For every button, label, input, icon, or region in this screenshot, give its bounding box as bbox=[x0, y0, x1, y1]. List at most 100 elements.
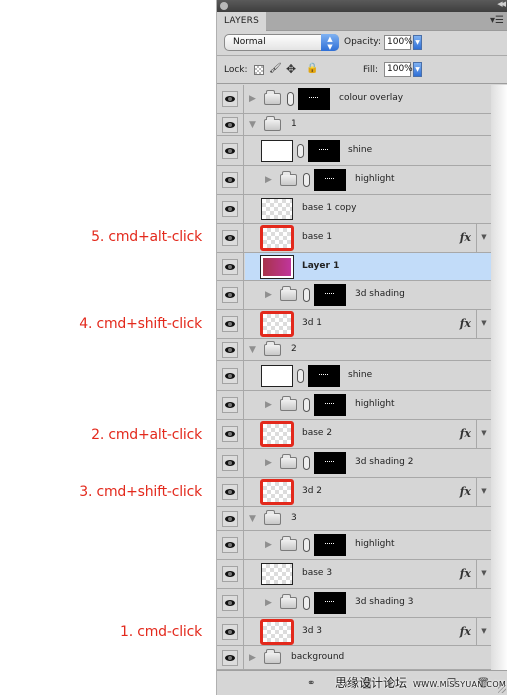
expand-triangle-icon[interactable]: ▶ bbox=[265, 175, 272, 185]
effects-toggle[interactable]: ▼ bbox=[476, 224, 491, 252]
blend-mode-select[interactable]: Normal ▲ ▼ bbox=[224, 34, 339, 51]
eye-icon[interactable] bbox=[222, 426, 238, 442]
fx-icon[interactable]: fx bbox=[460, 567, 471, 580]
layer-row[interactable]: base 1 copy bbox=[217, 195, 491, 224]
resize-grip[interactable] bbox=[498, 685, 506, 693]
effects-toggle[interactable]: ▼ bbox=[476, 420, 491, 448]
eye-icon[interactable] bbox=[222, 201, 238, 217]
layer-row[interactable]: ▶ highlight bbox=[217, 531, 491, 560]
link-icon[interactable] bbox=[303, 288, 310, 302]
layer-row[interactable]: 3d 3 fx ▼ bbox=[217, 618, 491, 646]
link-layers-icon[interactable]: ⚭ bbox=[307, 678, 315, 689]
eye-icon[interactable] bbox=[222, 455, 238, 471]
collapse-triangle-icon[interactable]: ▼ bbox=[249, 514, 256, 524]
layer-row[interactable]: ▶ 3d shading bbox=[217, 281, 491, 310]
expand-triangle-icon[interactable]: ▶ bbox=[265, 290, 272, 300]
eye-icon[interactable] bbox=[222, 172, 238, 188]
eye-icon[interactable] bbox=[222, 91, 238, 107]
expand-triangle-icon[interactable]: ▶ bbox=[249, 94, 256, 104]
expand-triangle-icon[interactable]: ▶ bbox=[265, 598, 272, 608]
layer-thumbnail[interactable] bbox=[261, 563, 293, 585]
layer-row[interactable]: ▶ highlight bbox=[217, 391, 491, 420]
close-icon[interactable] bbox=[220, 2, 228, 10]
layer-row[interactable]: base 1 fx ▼ bbox=[217, 224, 491, 253]
eye-icon[interactable] bbox=[222, 287, 238, 303]
layer-thumbnail-highlighted[interactable] bbox=[260, 421, 294, 447]
link-icon[interactable] bbox=[303, 538, 310, 552]
layer-thumbnail-highlighted[interactable] bbox=[260, 311, 294, 337]
layer-row[interactable]: shine bbox=[217, 136, 491, 166]
effects-toggle[interactable]: ▼ bbox=[476, 560, 491, 588]
layer-thumbnail-highlighted[interactable] bbox=[260, 225, 294, 251]
collapse-triangle-icon[interactable]: ▼ bbox=[249, 345, 256, 355]
link-icon[interactable] bbox=[303, 456, 310, 470]
lock-move-icon[interactable]: ✥ bbox=[286, 62, 296, 76]
layer-row[interactable]: ▶ 3d shading 3 bbox=[217, 589, 491, 618]
mask-thumbnail[interactable] bbox=[314, 592, 346, 614]
mask-thumbnail[interactable] bbox=[314, 394, 346, 416]
effects-toggle[interactable]: ▼ bbox=[476, 478, 491, 506]
layer-row-selected[interactable]: Layer 1 bbox=[217, 253, 491, 281]
fx-icon[interactable]: fx bbox=[460, 485, 471, 498]
layer-row[interactable]: 3d 2 fx ▼ bbox=[217, 478, 491, 507]
layer-thumbnail[interactable] bbox=[260, 254, 294, 279]
layer-row[interactable]: ▶ 3d shading 2 bbox=[217, 449, 491, 478]
fill-dropdown[interactable]: ▼ bbox=[413, 62, 422, 77]
eye-icon[interactable] bbox=[222, 316, 238, 332]
eye-icon[interactable] bbox=[222, 649, 238, 666]
eye-icon[interactable] bbox=[222, 484, 238, 500]
layer-thumbnail[interactable] bbox=[261, 198, 293, 220]
fx-icon[interactable]: fx bbox=[460, 427, 471, 440]
mask-thumbnail[interactable] bbox=[298, 88, 330, 110]
layer-row[interactable]: ▼ 2 bbox=[217, 339, 491, 361]
eye-icon[interactable] bbox=[222, 623, 238, 640]
expand-triangle-icon[interactable]: ▶ bbox=[265, 540, 272, 550]
fx-icon[interactable]: fx bbox=[460, 231, 471, 244]
lock-all-icon[interactable]: 🔒 bbox=[306, 63, 318, 74]
mask-thumbnail[interactable] bbox=[314, 534, 346, 556]
lock-transparency-icon[interactable] bbox=[254, 65, 264, 75]
layer-row[interactable]: ▶ highlight bbox=[217, 166, 491, 195]
eye-icon[interactable] bbox=[222, 142, 238, 159]
opacity-input[interactable]: 100% bbox=[384, 35, 413, 50]
fx-icon[interactable]: fx bbox=[460, 317, 471, 330]
link-icon[interactable] bbox=[287, 92, 294, 106]
layer-row[interactable]: shine bbox=[217, 361, 491, 391]
mask-thumbnail[interactable] bbox=[308, 364, 340, 387]
eye-icon[interactable] bbox=[222, 230, 238, 246]
double-arrow-icon[interactable]: ◀◀ bbox=[497, 0, 506, 8]
eye-icon[interactable] bbox=[222, 258, 238, 275]
layer-row[interactable]: ▶ background bbox=[217, 646, 491, 670]
eye-icon[interactable] bbox=[222, 595, 238, 611]
eye-icon[interactable] bbox=[222, 341, 238, 358]
effects-toggle[interactable]: ▼ bbox=[476, 310, 491, 338]
lock-paint-icon[interactable]: 🖌 bbox=[269, 63, 282, 74]
layer-row[interactable]: ▼ 3 bbox=[217, 507, 491, 531]
layer-thumbnail[interactable] bbox=[261, 139, 293, 162]
mask-thumbnail[interactable] bbox=[314, 169, 346, 191]
link-icon[interactable] bbox=[303, 173, 310, 187]
eye-icon[interactable] bbox=[222, 367, 238, 384]
link-icon[interactable] bbox=[303, 398, 310, 412]
expand-triangle-icon[interactable]: ▶ bbox=[265, 458, 272, 468]
layer-thumbnail[interactable] bbox=[261, 364, 293, 387]
mask-thumbnail[interactable] bbox=[308, 139, 340, 162]
link-icon[interactable] bbox=[297, 368, 304, 383]
eye-icon[interactable] bbox=[222, 116, 238, 133]
effects-toggle[interactable]: ▼ bbox=[476, 618, 491, 645]
layer-row[interactable]: base 2 fx ▼ bbox=[217, 420, 491, 449]
mask-thumbnail[interactable] bbox=[314, 284, 346, 306]
expand-triangle-icon[interactable]: ▶ bbox=[249, 653, 256, 663]
layer-row[interactable]: ▶ colour overlay bbox=[217, 85, 491, 114]
eye-icon[interactable] bbox=[222, 566, 238, 582]
layer-row[interactable]: ▼ 1 bbox=[217, 114, 491, 136]
expand-triangle-icon[interactable]: ▶ bbox=[265, 400, 272, 410]
collapse-triangle-icon[interactable]: ▼ bbox=[249, 120, 256, 130]
layer-row[interactable]: 3d 1 fx ▼ bbox=[217, 310, 491, 339]
eye-icon[interactable] bbox=[222, 397, 238, 413]
link-icon[interactable] bbox=[297, 143, 304, 158]
panel-menu-icon[interactable]: ▾☰ bbox=[490, 15, 504, 26]
opacity-dropdown[interactable]: ▼ bbox=[413, 35, 422, 50]
fx-icon[interactable]: fx bbox=[460, 625, 471, 638]
layer-thumbnail-highlighted[interactable] bbox=[260, 479, 294, 505]
